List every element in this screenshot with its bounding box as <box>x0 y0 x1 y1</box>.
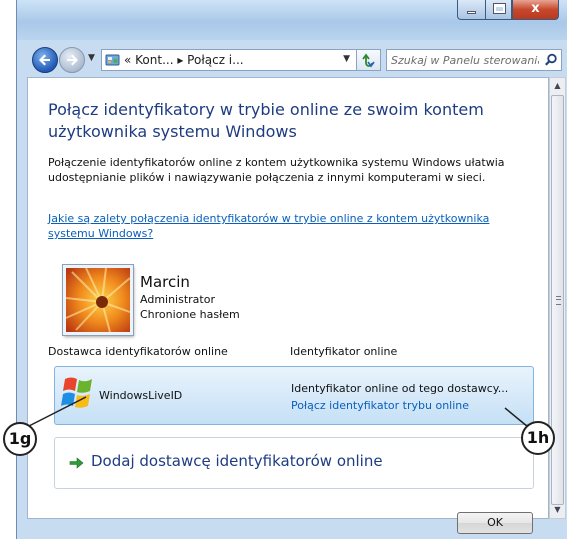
callout-label-1h: 1h <box>521 421 555 455</box>
callout-label-1g: 1g <box>3 422 37 456</box>
callout-leader-lines <box>28 396 529 428</box>
